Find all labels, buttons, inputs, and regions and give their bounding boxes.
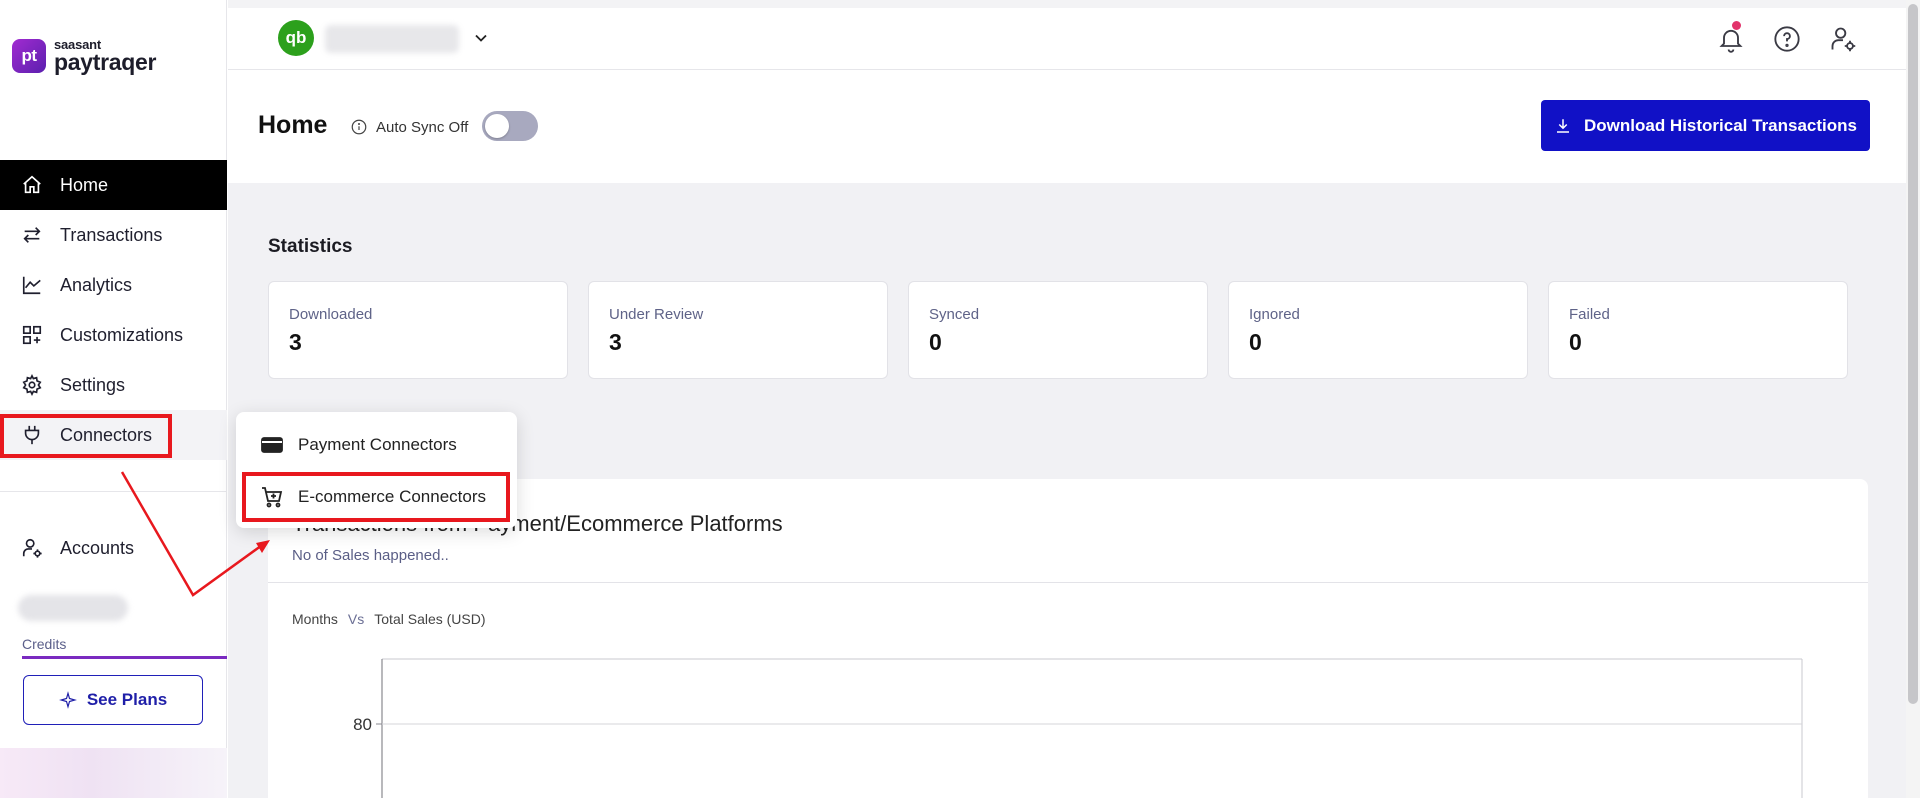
- stat-card-downloaded[interactable]: Downloaded 3: [268, 281, 568, 379]
- sidebar-divider: [0, 491, 227, 492]
- scrollbar-thumb[interactable]: [1908, 4, 1918, 704]
- sidebar-item-label: Transactions: [60, 224, 163, 245]
- info-icon[interactable]: [350, 118, 368, 136]
- page-title-bar: Home Auto Sync Off Download Historical T…: [228, 71, 1920, 183]
- vs-label: Vs: [347, 611, 365, 627]
- user-gear-icon: [20, 536, 44, 560]
- help-icon[interactable]: [1770, 22, 1804, 56]
- stat-card-under-review[interactable]: Under Review 3: [588, 281, 888, 379]
- stat-label: Under Review: [609, 306, 704, 323]
- x-axis-caption: Months: [292, 611, 338, 627]
- sidebar-item-transactions[interactable]: Transactions: [0, 210, 227, 260]
- app-root: pt saasant paytraqer Home Transactions A…: [0, 0, 1920, 798]
- stat-card-ignored[interactable]: Ignored 0: [1228, 281, 1528, 379]
- account-name-redacted: [18, 595, 128, 621]
- brand[interactable]: pt saasant paytraqer: [12, 38, 156, 74]
- sidebar-item-label: Settings: [60, 374, 126, 395]
- download-button-label: Download Historical Transactions: [1583, 115, 1857, 135]
- grid-plus-icon: [20, 323, 44, 347]
- top-header: qb: [228, 0, 1920, 70]
- stat-value: 3: [609, 329, 622, 355]
- chevron-down-icon[interactable]: [471, 28, 491, 48]
- notification-dot: [1732, 21, 1741, 30]
- menu-item-label: Payment Connectors: [298, 435, 457, 454]
- sidebar-item-settings[interactable]: Settings: [0, 360, 227, 410]
- sidebar-item-label: Accounts: [60, 537, 135, 558]
- annotation-highlight-ecommerce-connectors: [242, 472, 510, 522]
- download-historical-transactions-button[interactable]: Download Historical Transactions: [1541, 100, 1870, 151]
- company-name-redacted[interactable]: [325, 25, 459, 53]
- page-title: Home: [258, 111, 328, 139]
- quickbooks-logo: qb: [278, 20, 314, 56]
- stat-value: 3: [289, 329, 302, 355]
- download-icon: [1556, 118, 1569, 133]
- stat-label: Synced: [929, 306, 980, 323]
- home-icon: [20, 173, 44, 197]
- brand-logo: pt: [12, 39, 46, 73]
- chart-subtitle: No of Sales happened..: [292, 547, 449, 564]
- stat-label: Ignored: [1249, 306, 1300, 323]
- auto-sync-toggle[interactable]: [482, 111, 538, 141]
- stat-value: 0: [929, 329, 942, 355]
- header-actions: [1714, 21, 1860, 56]
- chart-y-tick-label: 80: [353, 715, 372, 734]
- sidebar-accounts: Accounts: [0, 523, 227, 573]
- credit-card-icon: [261, 437, 283, 453]
- gear-icon: [20, 373, 44, 397]
- sidebar-item-label: Customizations: [60, 324, 184, 345]
- sales-chart: 80: [353, 658, 1803, 798]
- brand-text: saasant paytraqer: [54, 38, 156, 74]
- sparkle-icon: [58, 691, 77, 709]
- stat-value: 0: [1569, 329, 1582, 355]
- see-plans-button[interactable]: See Plans: [23, 675, 203, 725]
- transfer-arrows-icon: [20, 223, 44, 247]
- sidebar-item-accounts[interactable]: Accounts: [0, 523, 227, 573]
- stat-label: Downloaded: [289, 306, 373, 323]
- menu-item-payment-connectors[interactable]: Payment Connectors: [236, 420, 517, 470]
- sidebar-item-analytics[interactable]: Analytics: [0, 260, 227, 310]
- page-scrollbar[interactable]: [1906, 0, 1920, 798]
- stat-card-synced[interactable]: Synced 0: [908, 281, 1208, 379]
- auto-sync-status: Auto Sync Off: [350, 118, 468, 136]
- see-plans-label: See Plans: [86, 690, 168, 709]
- line-chart-icon: [20, 273, 44, 297]
- stat-label: Failed: [1569, 306, 1610, 323]
- sidebar-item-label: Home: [60, 174, 109, 195]
- sidebar-item-label: Analytics: [60, 274, 133, 295]
- credits-label: Credits: [22, 636, 67, 652]
- auto-sync-label: Auto Sync Off: [376, 118, 469, 136]
- chart-axis-caption: Months Vs Total Sales (USD): [292, 611, 486, 627]
- stat-card-failed[interactable]: Failed 0: [1548, 281, 1848, 379]
- user-settings-icon[interactable]: [1826, 22, 1860, 56]
- sidebar-item-customizations[interactable]: Customizations: [0, 310, 227, 360]
- statistics-title: Statistics: [268, 236, 353, 257]
- credits-progress-bar: [22, 656, 227, 659]
- stat-value: 0: [1249, 329, 1262, 355]
- sidebar-item-home[interactable]: Home: [0, 160, 227, 210]
- toggle-knob: [485, 114, 509, 138]
- bell-icon[interactable]: [1714, 21, 1748, 56]
- sidebar-bottom-decoration: [0, 748, 227, 798]
- y-axis-caption: Total Sales (USD): [374, 611, 486, 627]
- statistics-cards: Downloaded 3 Under Review 3 Synced 0 Ign…: [268, 281, 1848, 379]
- sidebar: pt saasant paytraqer Home Transactions A…: [0, 0, 227, 798]
- annotation-highlight-connectors: [0, 414, 172, 458]
- brand-name: paytraqer: [54, 49, 157, 75]
